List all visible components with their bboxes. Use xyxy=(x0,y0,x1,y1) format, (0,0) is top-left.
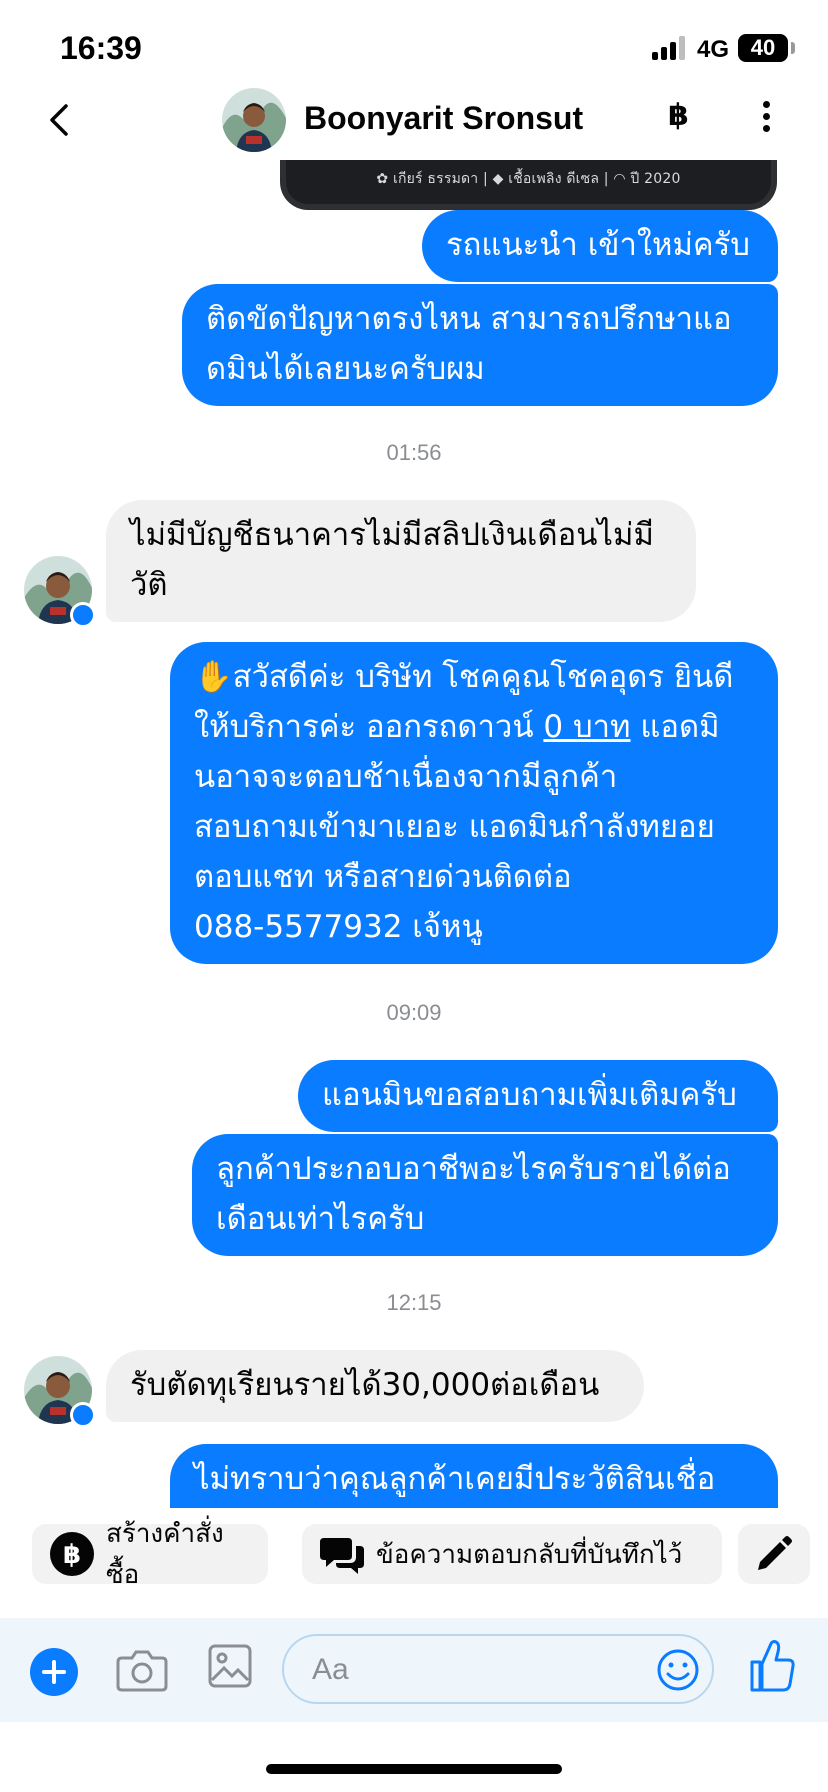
status-time: 16:39 xyxy=(60,30,142,66)
battery-icon: 40 xyxy=(738,34,788,62)
emoji-icon[interactable] xyxy=(656,1648,700,1692)
svg-text:฿: ฿ xyxy=(63,1540,81,1570)
chevron-left-icon[interactable] xyxy=(42,98,78,142)
chat-header: Boonyarit Sronsut ฿ xyxy=(0,80,828,160)
create-order-label: สร้างคำสั่งซื้อ xyxy=(106,1519,224,1590)
message-text-line: สอบถามเข้ามาเยอะ แอดมินกำลังทยอย xyxy=(194,809,715,845)
edit-button[interactable] xyxy=(738,1524,810,1584)
contact-name[interactable]: Boonyarit Sronsut xyxy=(304,100,583,137)
message-text-line: ตอบแชท หรือสายด่วนติดต่อ xyxy=(194,859,572,895)
message-composer xyxy=(0,1618,828,1722)
vehicle-card[interactable]: ✿ เกียร์ ธรรมดา | ◆ เชื้อเพลิง ดีเซล | ◠… xyxy=(280,160,777,210)
message-text-line: นอาจจะตอบช้าเนื่องจากมีลูกค้า xyxy=(194,759,618,795)
timestamp: 01:56 xyxy=(386,440,442,465)
message-bubble-outgoing[interactable]: รถแนะนำ เข้าใหม่ครับ xyxy=(422,210,778,282)
message-text: แอนมินขอสอบถามเพิ่มเติมครับ xyxy=(322,1077,737,1113)
cellular-signal-icon xyxy=(652,36,688,60)
message-text-line: ✋สวัสดีค่ะ บริษัท โชคคูณโชคอุดร ยินดี xyxy=(194,659,734,695)
underlined-price: 0 บาท xyxy=(543,709,631,745)
message-bubble-outgoing[interactable]: แอนมินขอสอบถามเพิ่มเติมครับ xyxy=(298,1060,778,1132)
message-bubble-outgoing[interactable]: ติดขัดปัญหาตรงไหน สามารถปรึกษาแอ ดมินได้… xyxy=(182,284,778,406)
home-indicator xyxy=(266,1764,562,1774)
thumbs-up-icon[interactable] xyxy=(748,1638,796,1694)
timestamp: 09:09 xyxy=(386,1000,442,1025)
message-bubble-outgoing[interactable]: ไม่ทราบว่าคุณลูกค้าเคยมีประวัติสินเชื่อ xyxy=(170,1444,778,1508)
message-text: รับตัดทุเรียนรายได้30,000ต่อเดือน xyxy=(130,1367,600,1403)
sender-avatar[interactable] xyxy=(24,1356,96,1428)
saved-replies-button[interactable]: ข้อความตอบกลับที่บันทึกไว้ xyxy=(302,1524,722,1584)
gallery-icon[interactable] xyxy=(208,1642,252,1690)
message-bubble-outgoing[interactable]: ลูกค้าประกอบอาชีพอะไรครับรายได้ต่อ เดือน… xyxy=(192,1134,778,1256)
messenger-badge-icon xyxy=(70,602,96,628)
baht-circle-icon: ฿ xyxy=(50,1532,94,1576)
message-list[interactable]: ✿ เกียร์ ธรรมดา | ◆ เชื้อเพลิง ดีเซล | ◠… xyxy=(0,160,828,1508)
message-text-line: วัติ xyxy=(130,567,168,603)
message-text-line: เดือนเท่าไรครับ xyxy=(216,1201,425,1237)
messenger-badge-icon xyxy=(70,1402,96,1428)
message-text: รถแนะนำ เข้าใหม่ครับ xyxy=(446,227,750,263)
create-order-button[interactable]: ฿ สร้างคำสั่งซื้อ xyxy=(32,1519,268,1590)
contact-avatar[interactable] xyxy=(222,88,286,152)
status-bar: 16:39 4G 40 xyxy=(0,0,828,92)
raised-hand-emoji: ✋ xyxy=(194,659,233,695)
sender-avatar[interactable] xyxy=(24,556,96,628)
baht-payment-icon[interactable]: ฿ xyxy=(668,98,689,133)
message-bubble-incoming[interactable]: รับตัดทุเรียนรายได้30,000ต่อเดือน xyxy=(106,1350,644,1422)
saved-replies-label: ข้อความตอบกลับที่บันทึกไว้ xyxy=(376,1539,683,1570)
pencil-icon xyxy=(758,1536,792,1570)
message-text-line: ลูกค้าประกอบอาชีพอะไรครับรายได้ต่อ xyxy=(216,1151,731,1187)
vehicle-card-caption: ✿ เกียร์ ธรรมดา | ◆ เชื้อเพลิง ดีเซล | ◠… xyxy=(376,171,681,187)
quick-actions-bar: ฿ สร้างคำสั่งซื้อ ข้อความตอบกลับที่บันทึ… xyxy=(0,1508,828,1608)
message-text-line: ดมินได้เลยนะครับผม xyxy=(206,351,485,387)
message-input-box[interactable] xyxy=(282,1634,714,1704)
camera-icon[interactable] xyxy=(116,1644,168,1694)
timestamp: 12:15 xyxy=(386,1290,442,1315)
message-text-line: ไม่มีบัญชีธนาคารไม่มีสลิปเงินเดือนไม่มี xyxy=(130,517,654,553)
plus-icon[interactable] xyxy=(30,1648,78,1696)
more-vertical-icon[interactable] xyxy=(754,96,778,140)
message-bubble-outgoing[interactable]: ✋สวัสดีค่ะ บริษัท โชคคูณโชคอุดร ยินดี ให… xyxy=(170,642,778,964)
message-text-line[interactable]: 088-5577932 เจ้หนู xyxy=(194,902,754,952)
message-text: ไม่ทราบว่าคุณลูกค้าเคยมีประวัติสินเชื่อ xyxy=(194,1461,716,1497)
chat-bubbles-icon xyxy=(320,1532,364,1576)
message-input[interactable] xyxy=(312,1646,612,1694)
message-bubble-incoming[interactable]: ไม่มีบัญชีธนาคารไม่มีสลิปเงินเดือนไม่มี … xyxy=(106,500,696,622)
message-text-line: ติดขัดปัญหาตรงไหน สามารถปรึกษาแอ xyxy=(206,301,732,337)
network-type: 4G xyxy=(697,36,730,63)
battery-tip xyxy=(791,42,795,54)
message-text-line: ให้บริการค่ะ ออกรถดาวน์ 0 บาท แอดมิ xyxy=(194,709,720,745)
